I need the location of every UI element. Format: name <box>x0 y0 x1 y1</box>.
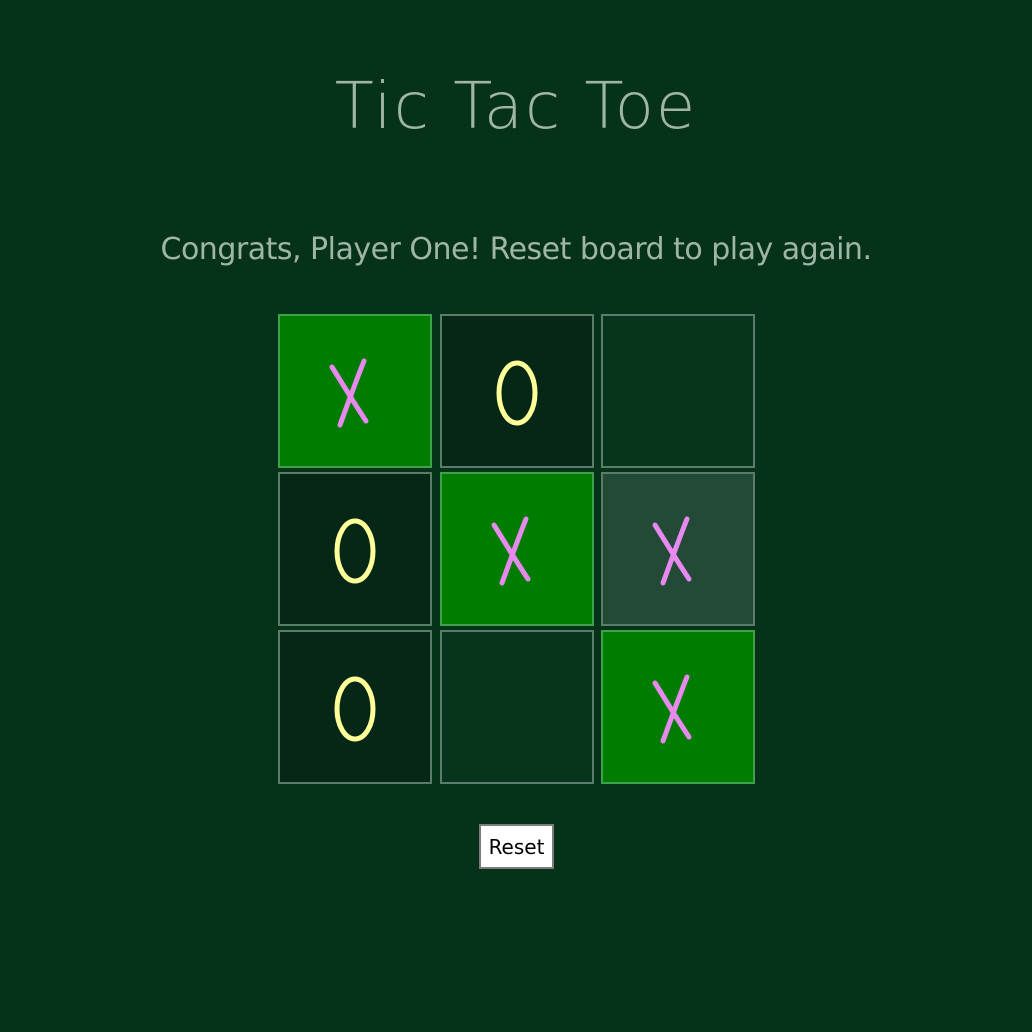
board-cell-5[interactable] <box>440 472 594 626</box>
game-status-message: Congrats, Player One! Reset board to pla… <box>160 232 873 267</box>
board-cell-4[interactable] <box>278 472 432 626</box>
board-cell-6[interactable] <box>601 472 755 626</box>
reset-button[interactable]: Reset <box>479 824 554 869</box>
x-mark <box>491 516 531 586</box>
o-mark <box>496 360 538 426</box>
o-mark <box>334 518 376 584</box>
board-cell-3[interactable] <box>601 314 755 468</box>
board-cell-9[interactable] <box>601 630 755 784</box>
board-cell-1[interactable] <box>278 314 432 468</box>
x-mark <box>652 516 692 586</box>
x-mark <box>329 358 369 428</box>
page-title: Tic Tac Toe <box>334 70 698 144</box>
x-mark <box>652 674 692 744</box>
board-cell-7[interactable] <box>278 630 432 784</box>
board-cell-2[interactable] <box>440 314 594 468</box>
board-cell-8[interactable] <box>440 630 594 784</box>
o-mark <box>334 676 376 742</box>
game-board <box>278 314 756 784</box>
